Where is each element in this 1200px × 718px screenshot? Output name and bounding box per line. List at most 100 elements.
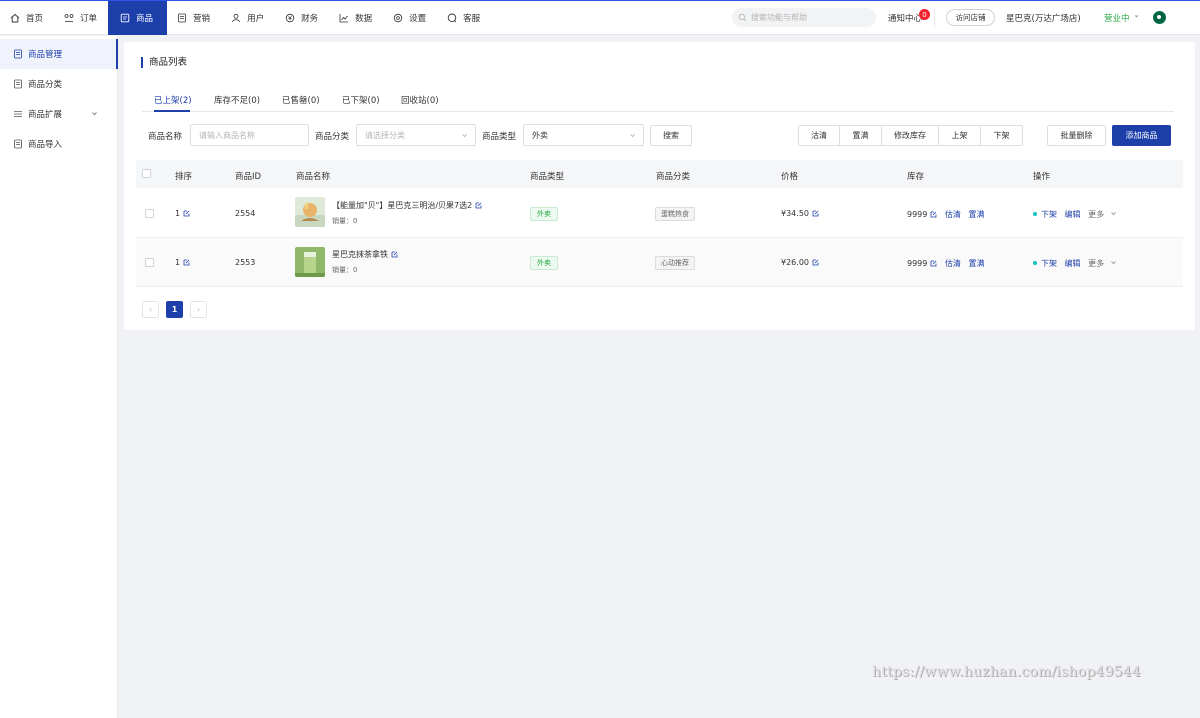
nav-item-label: 营销 <box>193 13 211 24</box>
sell-out-link[interactable]: 估清 <box>945 259 961 268</box>
goods-type-select[interactable]: 外卖 <box>523 124 644 146</box>
more-menu[interactable]: 更多 <box>1088 210 1117 219</box>
product-name[interactable]: 【能量加"贝"】星巴克三明治/贝果7选2 <box>332 200 482 211</box>
nav-item-marketing[interactable]: 营销 <box>167 1 221 35</box>
visit-store-button[interactable]: 访问店铺 <box>946 9 995 26</box>
edit-icon[interactable] <box>812 210 819 217</box>
product-name[interactable]: 星巴克抹茶拿铁 <box>332 249 398 260</box>
edit-stock-button[interactable]: 修改库存 <box>882 126 939 145</box>
page-title: 商品列表 <box>141 57 187 68</box>
status-dot <box>1033 261 1037 265</box>
nav-item-label: 订单 <box>80 13 98 24</box>
sales-count: 销量：0 <box>332 217 358 225</box>
goods-manage-icon <box>13 49 23 59</box>
goods-icon <box>120 13 130 23</box>
sidebar-item-category[interactable]: 商品分类 <box>0 69 118 99</box>
search-input[interactable]: 搜索功能与帮助 <box>732 8 876 27</box>
product-name-text: 【能量加"贝"】星巴克三明治/贝果7选2 <box>332 201 473 210</box>
import-icon <box>13 139 23 149</box>
take-off-shelf-link[interactable]: 下架 <box>1041 210 1057 219</box>
notification-center[interactable]: 通知中心 <box>888 12 922 24</box>
fill-stock-link[interactable]: 置满 <box>968 210 984 219</box>
product-thumbnail <box>295 247 325 277</box>
edit-icon[interactable] <box>183 259 190 266</box>
store-name[interactable]: 星巴克(万达广场店) <box>1006 12 1081 24</box>
nav-item-users[interactable]: 用户 <box>221 1 275 35</box>
sidebar-item-extension[interactable]: 商品扩展 <box>0 99 118 129</box>
chevron-down-icon <box>1110 261 1116 265</box>
operations-cell: 下架 编辑 更多 <box>1033 209 1117 220</box>
edit-icon[interactable] <box>183 210 190 217</box>
tab-sold-out[interactable]: 已售罄(0) <box>282 94 320 106</box>
page-number-button[interactable]: 1 <box>166 301 183 318</box>
operations-cell: 下架 编辑 更多 <box>1033 258 1117 269</box>
row-checkbox[interactable] <box>145 209 154 218</box>
notification-badge: 0 <box>919 9 930 20</box>
edit-link[interactable]: 编辑 <box>1065 259 1081 268</box>
order-icon <box>64 13 74 23</box>
tab-on-sale[interactable]: 已上架(2) <box>154 94 192 106</box>
sidebar-item-label: 商品导入 <box>28 140 63 150</box>
goods-type-label: 商品类型 <box>482 132 517 142</box>
edit-icon[interactable] <box>930 260 937 267</box>
take-off-shelf-button[interactable]: 下架 <box>981 126 1022 145</box>
edit-link[interactable]: 编辑 <box>1065 210 1081 219</box>
sidebar-item-goods-manage[interactable]: 商品管理 <box>0 39 118 69</box>
status-caret-icon[interactable] <box>1133 13 1140 20</box>
bulk-action-group: 沽清 置满 修改库存 上架 下架 <box>798 125 1023 146</box>
nav-item-data[interactable]: 数据 <box>329 1 383 35</box>
more-menu[interactable]: 更多 <box>1088 259 1117 268</box>
list-icon <box>13 109 23 119</box>
business-status[interactable]: 营业中 <box>1104 12 1130 24</box>
fill-stock-link[interactable]: 置满 <box>968 259 984 268</box>
nav-item-settings[interactable]: 设置 <box>383 1 437 35</box>
header-divider <box>934 8 935 27</box>
nav-item-label: 用户 <box>247 13 265 24</box>
tab-off-shelf[interactable]: 已下架(0) <box>342 94 380 106</box>
edit-icon[interactable] <box>812 259 819 266</box>
table-header: 排序 商品ID 商品名称 商品类型 商品分类 价格 库存 操作 <box>136 160 1183 188</box>
goods-id: 2553 <box>235 258 256 267</box>
table-row: 1 2554 【能量加"贝"】星巴克三明治/贝果7选2 销量：0 外卖 蛋糕热食… <box>136 189 1183 238</box>
edit-icon[interactable] <box>930 211 937 218</box>
search-button[interactable]: 搜索 <box>650 125 692 146</box>
chevron-down-icon <box>462 134 467 138</box>
edit-icon[interactable] <box>475 202 482 209</box>
goods-id: 2554 <box>235 209 256 218</box>
goods-name-input[interactable]: 请输入商品名称 <box>190 124 309 146</box>
batch-delete-button[interactable]: 批量删除 <box>1047 125 1106 146</box>
edit-icon[interactable] <box>391 251 398 258</box>
nav-item-goods[interactable]: 商品 <box>108 0 168 35</box>
stock-cell: 9999 估清 置满 <box>907 209 984 220</box>
put-on-shelf-button[interactable]: 上架 <box>939 126 981 145</box>
stock-cell: 9999 估清 置满 <box>907 258 984 269</box>
user-icon <box>231 13 241 23</box>
prev-page-button[interactable]: ‹ <box>142 301 159 318</box>
nav-item-orders[interactable]: 订单 <box>54 1 108 35</box>
nav-item-service[interactable]: 客服 <box>437 1 491 35</box>
search-placeholder: 搜索功能与帮助 <box>751 13 807 22</box>
price-cell: ¥26.00 <box>781 258 819 267</box>
sell-out-button[interactable]: 沽清 <box>799 126 840 145</box>
main-content: 商品列表 已上架(2) 库存不足(0) 已售罄(0) 已下架(0) 回收站(0)… <box>124 42 1195 330</box>
select-all-checkbox[interactable] <box>142 169 151 178</box>
take-off-shelf-link[interactable]: 下架 <box>1041 259 1057 268</box>
nav-item-home[interactable]: 首页 <box>0 1 54 35</box>
add-goods-button[interactable]: 添加商品 <box>1112 125 1171 146</box>
column-header: 操作 <box>1033 172 1051 182</box>
tab-low-stock[interactable]: 库存不足(0) <box>214 94 260 106</box>
category-tag: 心动推荐 <box>655 256 695 270</box>
goods-type-tag: 外卖 <box>530 207 558 221</box>
status-tabs: 已上架(2) 库存不足(0) 已售罄(0) 已下架(0) 回收站(0) <box>142 88 1174 112</box>
fill-stock-button[interactable]: 置满 <box>840 126 882 145</box>
next-page-button[interactable]: › <box>190 301 207 318</box>
chevron-down-icon <box>1110 212 1116 216</box>
sell-out-link[interactable]: 估清 <box>945 210 961 219</box>
sidebar-item-import[interactable]: 商品导入 <box>0 129 118 159</box>
tab-recycle-bin[interactable]: 回收站(0) <box>401 94 439 106</box>
nav-item-finance[interactable]: 财务 <box>275 1 329 35</box>
category-select[interactable]: 请选择分类 <box>356 124 476 146</box>
more-label: 更多 <box>1088 259 1105 268</box>
row-checkbox[interactable] <box>145 258 154 267</box>
gear-icon <box>393 13 403 23</box>
